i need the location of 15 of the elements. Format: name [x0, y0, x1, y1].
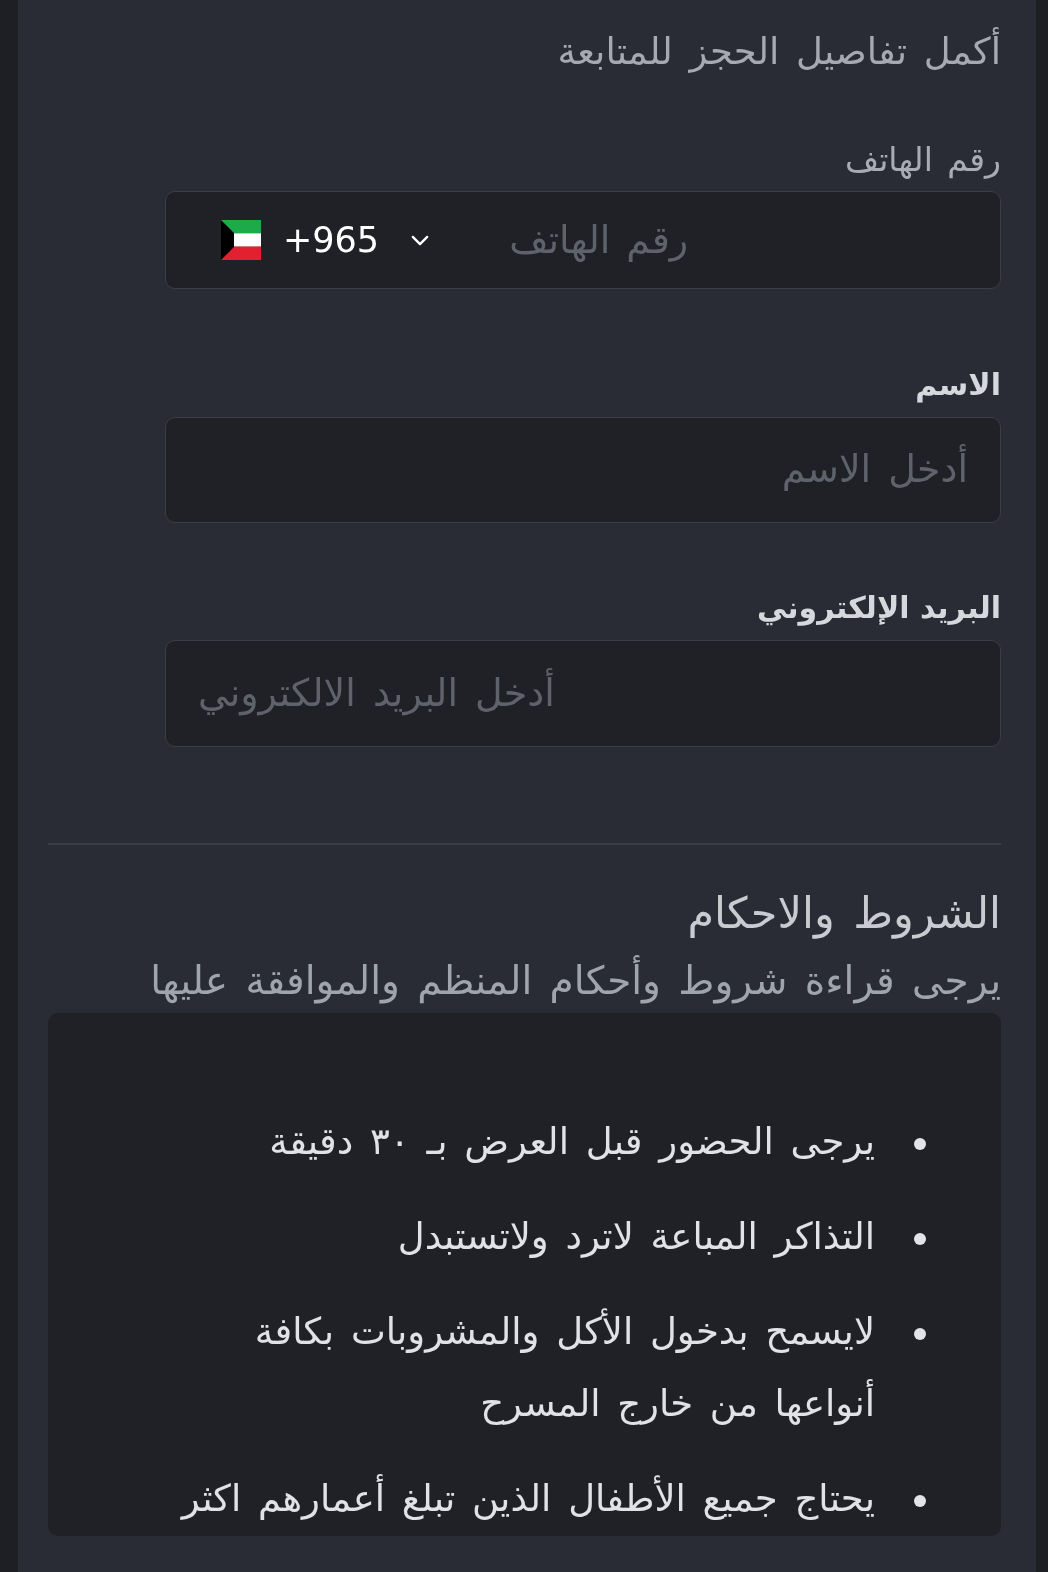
terms-item: يحتاج جميع الأطفال الذين تبلغ أعمارهم اكثر — [181, 1473, 875, 1522]
terms-item: يرجى الحضور قبل العرض بـ ٣٠ دقيقة — [269, 1118, 875, 1165]
terms-item: لايسمح بدخول الأكل والمشروبات بكافة أنواعها من خارج المسرح — [253, 1307, 875, 1427]
caret-icon — [411, 234, 430, 246]
bullet-icon — [914, 1137, 926, 1150]
bullet-icon — [914, 1494, 926, 1507]
field-label: البريد الإلكتروني — [756, 589, 1001, 628]
phone-number-input[interactable]: رقم الهاتف — [509, 208, 1000, 272]
terms-item: التذاكر المباعة لاترد ولاتستبدل — [397, 1213, 875, 1260]
field-label: الاسم — [914, 366, 1001, 405]
flag-icon — [221, 220, 261, 260]
field-label: رقم الهاتف — [844, 140, 1001, 180]
country-code-selector[interactable]: +965 — [221, 220, 430, 260]
bullet-icon — [914, 1327, 926, 1340]
bullet-icon — [914, 1232, 926, 1245]
